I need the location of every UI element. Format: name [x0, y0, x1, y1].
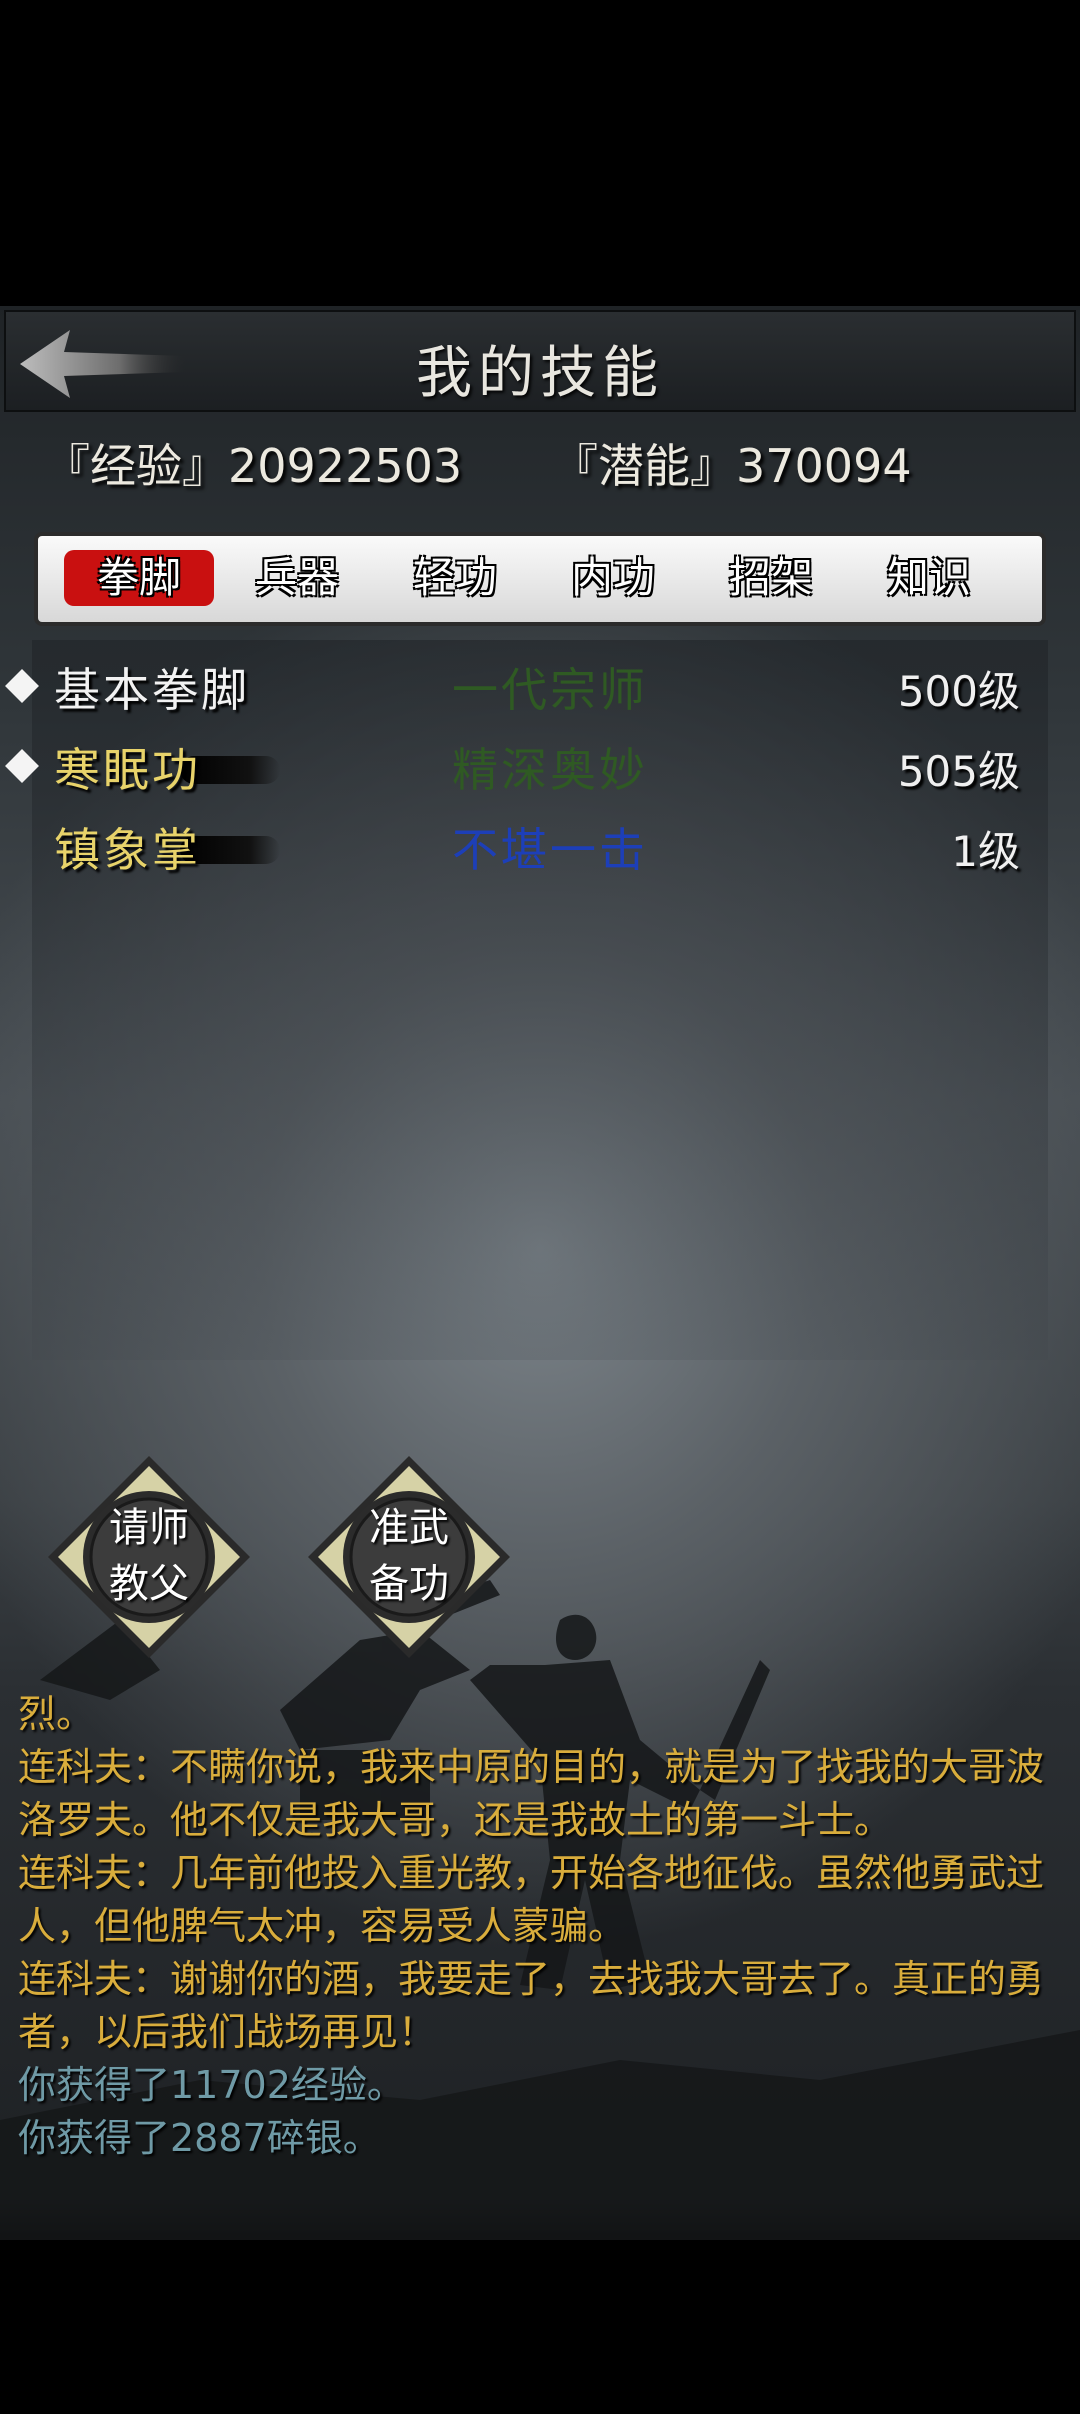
- message-log[interactable]: 烈。 连科夫：不瞒你说，我来中原的目的，就是为了找我的大哥波洛罗夫。他不仅是我大…: [18, 1688, 1064, 2165]
- prepare-skill-label-line1: 准武: [369, 1505, 449, 1551]
- tab-lightness[interactable]: 轻功: [380, 550, 530, 606]
- tab-weapon[interactable]: 兵器: [222, 550, 372, 606]
- skill-grade: 不堪一击: [452, 823, 648, 877]
- skill-row[interactable]: 基本拳脚 一代宗师 500级: [0, 650, 1050, 720]
- log-line: 连科夫：谢谢你的酒，我要走了，去找我大哥去了。真正的勇者，以后我们战场再见！: [18, 1957, 1045, 2054]
- prepare-skill-label: 准武 备功: [304, 1500, 514, 1612]
- header-bar: 我的技能: [4, 310, 1076, 412]
- potential-stat: 『潜能』370094: [552, 439, 912, 493]
- page-title: 我的技能: [416, 341, 664, 406]
- skill-row[interactable]: 寒眠功 精深奥妙 505级: [0, 730, 1050, 800]
- log-line: 烈。: [18, 1692, 95, 1736]
- skill-grade: 一代宗师: [452, 663, 648, 717]
- log-line: 你获得了2887碎银。: [18, 2116, 381, 2160]
- skill-level: 505级: [897, 747, 1020, 796]
- prepare-skill-label-line2: 备功: [369, 1561, 449, 1607]
- ask-master-button[interactable]: 请师 教父: [44, 1452, 254, 1662]
- tab-knowledge[interactable]: 知识: [854, 550, 1004, 606]
- skill-grade: 精深奥妙: [452, 743, 648, 797]
- skill-level: 500级: [897, 667, 1020, 716]
- skill-row[interactable]: 镇象掌 不堪一击 1级: [0, 810, 1050, 880]
- tab-inner-power[interactable]: 内功: [538, 550, 688, 606]
- log-line: 连科夫：不瞒你说，我来中原的目的，就是为了找我的大哥波洛罗夫。他不仅是我大哥，还…: [18, 1745, 1045, 1842]
- skill-category-tabs: 拳脚 兵器 轻功 内功 招架 知识: [34, 532, 1046, 626]
- ask-master-label-line2: 教父: [109, 1561, 189, 1607]
- skill-level: 1级: [951, 827, 1020, 876]
- skill-name: 镇象掌: [54, 823, 201, 877]
- ask-master-label-line1: 请师: [109, 1505, 189, 1551]
- prepare-skill-button[interactable]: 准武 备功: [304, 1452, 514, 1662]
- experience-stat: 『经验』20922503: [44, 439, 463, 493]
- skill-name: 基本拳脚: [54, 663, 250, 717]
- log-line: 你获得了11702经验。: [18, 2063, 405, 2107]
- ask-master-label: 请师 教父: [44, 1500, 254, 1612]
- diamond-bullet-icon: [5, 749, 39, 783]
- skill-name: 寒眠功: [54, 743, 201, 797]
- tab-fist[interactable]: 拳脚: [64, 550, 214, 606]
- diamond-bullet-icon: [5, 669, 39, 703]
- log-line: 连科夫：几年前他投入重光教，开始各地征伐。虽然他勇武过人，但他脾气太冲，容易受人…: [18, 1851, 1045, 1948]
- tab-parry[interactable]: 招架: [696, 550, 846, 606]
